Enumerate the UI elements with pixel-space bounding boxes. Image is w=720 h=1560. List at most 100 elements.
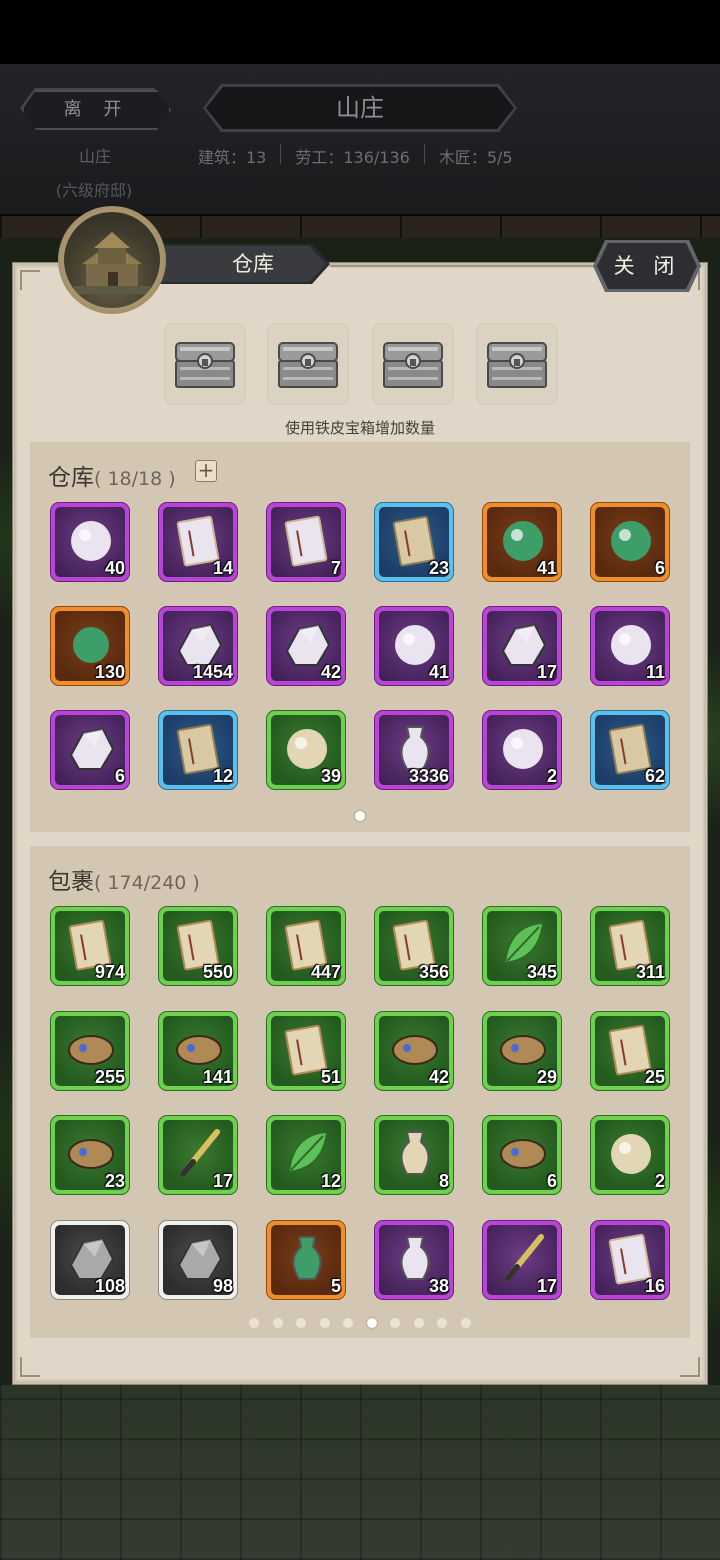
item-slot-manual-c[interactable]: 447 (266, 906, 346, 986)
item-slot-cloth-bundle[interactable]: 141 (158, 1010, 238, 1091)
item-count: 7 (330, 558, 341, 578)
white-jade-icon (503, 729, 543, 769)
item-slot-manual-books[interactable]: 7 (266, 502, 346, 582)
item-slot-herb-leaf[interactable]: 345 (482, 906, 562, 986)
item-count: 6 (546, 1171, 557, 1191)
item-count: 311 (635, 962, 665, 982)
item-count: 2 (654, 1171, 665, 1191)
item-slot-jade-bead-cloth[interactable]: 41 (482, 502, 562, 582)
item-count: 39 (320, 766, 341, 786)
page-dot[interactable] (272, 1318, 283, 1328)
stat-laborers: 劳工：136/136 (295, 148, 410, 167)
chest-hint: 使用铁皮宝箱增加数量 (284, 419, 435, 437)
item-slot-silver-shards[interactable]: 17 (482, 606, 562, 686)
item-count: 40 (104, 558, 125, 578)
house-icon (74, 232, 150, 294)
location-name: 山庄 (78, 147, 111, 166)
item-count: 16 (644, 1275, 665, 1296)
item-slot-red-book[interactable]: 14 (158, 502, 238, 582)
status-bar (0, 0, 720, 64)
item-slot-gold-nugget[interactable]: 3336 (374, 710, 454, 790)
stat-carpenters: 木匠：5/5 (438, 148, 513, 167)
item-slot-gold-scroll[interactable]: 62 (590, 710, 670, 790)
building-avatar (64, 212, 160, 308)
item-slot-iron-ingot[interactable]: 98 (158, 1219, 238, 1300)
item-slot-fish[interactable]: 23 (50, 1115, 130, 1195)
item-slot-gold-token[interactable]: 5 (266, 1219, 346, 1300)
iron-chest-icon (383, 342, 443, 388)
chest-slot[interactable] (267, 323, 349, 405)
item-count: 1454 (192, 662, 233, 682)
item-slot-pearl[interactable]: 40 (50, 502, 130, 582)
item-slot-manual-b[interactable]: 550 (158, 906, 238, 986)
item-slot-rubble[interactable]: 108 (50, 1219, 130, 1300)
item-slot-gold-egg[interactable]: 41 (374, 606, 454, 686)
page-dot[interactable] (460, 1318, 471, 1328)
item-count: 38 (428, 1275, 449, 1296)
page-dot-active[interactable] (366, 1318, 377, 1328)
item-count: 2 (546, 766, 557, 786)
item-slot-manual-d[interactable]: 356 (374, 906, 454, 986)
item-slot-scroll-book[interactable]: 311 (590, 906, 670, 986)
item-count: 130 (94, 662, 125, 682)
item-slot-steel-ball[interactable]: 11 (590, 606, 670, 686)
item-slot-silver-ring[interactable]: 130 (50, 606, 130, 686)
item-slot-amber-orb[interactable]: 6 (590, 502, 670, 582)
chest-slot[interactable] (372, 323, 454, 405)
item-slot-leather[interactable]: 42 (374, 1010, 454, 1091)
stat-divider (280, 144, 282, 164)
item-count: 25 (644, 1066, 665, 1087)
item-count: 29 (536, 1066, 557, 1087)
item-slot-golden-blade[interactable]: 17 (482, 1219, 562, 1300)
item-count: 51 (320, 1066, 341, 1087)
warehouse-title: 仓库( 18/18 ) (48, 458, 176, 492)
item-slot-map[interactable]: 25 (590, 1010, 670, 1091)
item-slot-sketch-paper[interactable]: 16 (590, 1219, 670, 1300)
item-slot-dark-ore[interactable]: 1454 (158, 606, 238, 686)
iron-chest-icon (487, 342, 547, 388)
iron-chest-icon (175, 342, 235, 388)
leave-button[interactable]: 离 开 (22, 90, 171, 130)
item-slot-iron-ore[interactable]: 42 (266, 606, 346, 686)
item-slot-white-jade[interactable]: 2 (482, 710, 562, 790)
item-count: 42 (428, 1066, 449, 1087)
amber-orb-icon (611, 521, 651, 561)
item-count: 974 (94, 962, 125, 982)
stat-buildings: 建筑：13 (198, 148, 267, 167)
stat-divider (423, 144, 425, 164)
page-dot-active[interactable] (355, 811, 365, 821)
item-slot-spice-bowl[interactable]: 8 (374, 1115, 454, 1195)
page-dot[interactable] (413, 1318, 424, 1328)
item-count: 98 (212, 1275, 233, 1296)
location-level: (六级府邸) (55, 181, 133, 200)
chest-slot[interactable] (476, 323, 558, 405)
panel-corner (20, 270, 40, 290)
iron-chest-icon (278, 342, 338, 388)
item-slot-bamboo[interactable]: 12 (266, 1115, 346, 1195)
item-count: 255 (94, 1066, 125, 1087)
item-slot-jade-pendant[interactable]: 39 (266, 710, 346, 790)
item-slot-brush[interactable]: 17 (158, 1115, 238, 1195)
spice-bowl-icon (400, 1131, 430, 1175)
item-count: 108 (94, 1275, 125, 1296)
item-slot-porcelain-vase[interactable]: 38 (374, 1219, 454, 1300)
item-slot-paper-manual[interactable]: 12 (158, 710, 238, 790)
expand-warehouse-button[interactable]: + (195, 460, 217, 482)
item-slot-beef[interactable]: 29 (482, 1010, 562, 1091)
page-dot[interactable] (319, 1318, 330, 1328)
item-slot-gem-cloth[interactable]: 255 (50, 1010, 130, 1091)
pavement-background (0, 1385, 720, 1560)
item-count: 42 (320, 662, 341, 682)
item-count: 141 (202, 1066, 233, 1087)
item-count: 5 (330, 1275, 341, 1296)
item-count: 8 (438, 1171, 449, 1191)
close-button[interactable]: 关 闭 (597, 243, 697, 289)
item-slot-bird[interactable]: 6 (482, 1115, 562, 1195)
chest-slot[interactable] (164, 323, 246, 405)
item-slot-silver-jar[interactable]: 2 (590, 1115, 670, 1195)
item-count: 62 (644, 766, 665, 786)
item-slot-manual-a[interactable]: 974 (50, 906, 130, 986)
item-slot-red-crystal[interactable]: 6 (50, 710, 130, 790)
item-slot-old-scroll[interactable]: 23 (374, 502, 454, 582)
item-slot-manual-e[interactable]: 51 (266, 1010, 346, 1091)
